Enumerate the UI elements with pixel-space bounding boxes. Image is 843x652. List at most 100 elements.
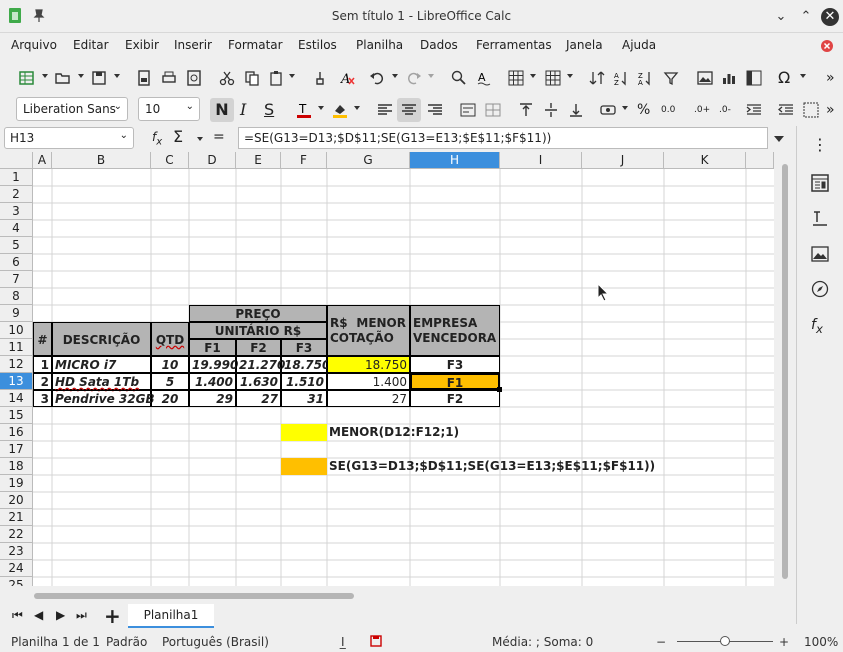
status-language[interactable]: Português (Brasil) [162, 635, 269, 649]
wrap-text-icon[interactable] [460, 102, 476, 118]
align-middle-icon[interactable] [543, 102, 559, 118]
sum-icon[interactable]: Σ [173, 127, 183, 146]
header-f1[interactable]: F1 [189, 339, 236, 356]
previous-sheet-icon[interactable]: ◀ [34, 608, 43, 622]
legend-orange-swatch[interactable] [281, 458, 327, 475]
header-menor-cotacao[interactable]: R$ MENOR COTAÇÃO [327, 305, 410, 356]
row-header[interactable]: 8 [0, 288, 33, 305]
print-icon[interactable] [161, 70, 177, 86]
row-icon[interactable] [508, 70, 524, 86]
menu-dots-icon[interactable]: ⋮ [811, 136, 829, 154]
chevron-down-icon[interactable] [78, 74, 84, 78]
table-cell-f1[interactable]: 1.400 [189, 373, 236, 390]
table-cell-f3[interactable]: 1.510 [281, 373, 327, 390]
table-cell-desc[interactable]: MICRO i7 [52, 356, 151, 373]
chevron-down-icon[interactable] [392, 74, 398, 78]
chevron-down-icon[interactable] [622, 106, 628, 110]
row-header[interactable]: 10 [0, 322, 33, 339]
save-icon[interactable] [91, 70, 107, 86]
pivot-table-icon[interactable] [746, 70, 762, 86]
chart-icon[interactable] [721, 70, 737, 86]
chevron-down-icon[interactable] [428, 74, 434, 78]
row-header[interactable]: 14 [0, 390, 33, 407]
name-box[interactable]: H13 ⌄ [4, 127, 134, 149]
font-color-icon[interactable]: T [296, 102, 312, 118]
decrease-indent-icon[interactable] [777, 102, 794, 118]
row-header[interactable]: 7 [0, 271, 33, 288]
column-header[interactable]: E [236, 152, 281, 169]
add-sheet-icon[interactable]: + [104, 604, 121, 628]
chevron-down-icon[interactable] [289, 74, 295, 78]
table-cell-f1[interactable]: 29 [189, 390, 236, 407]
horizontal-scroll-thumb[interactable] [34, 593, 354, 599]
menu-inserir[interactable]: Inserir [174, 38, 212, 52]
row-header[interactable]: 5 [0, 237, 33, 254]
cut-icon[interactable] [219, 70, 235, 86]
menu-arquivo[interactable]: Arquivo [11, 38, 57, 52]
row-header[interactable]: 13 [0, 373, 33, 390]
chevron-down-icon[interactable] [197, 137, 203, 141]
select-all-corner[interactable] [0, 152, 33, 169]
row-header[interactable]: 25 [0, 577, 33, 586]
menu-formatar[interactable]: Formatar [228, 38, 283, 52]
status-page-style[interactable]: Padrão [106, 635, 147, 649]
formula-input[interactable]: =SE(G13=D13;$D$11;SE(G13=E13;$E$11;$F$11… [238, 127, 768, 149]
chevron-down-icon[interactable] [114, 74, 120, 78]
paste-icon[interactable] [268, 70, 284, 86]
clear-formatting-icon[interactable]: A [339, 70, 355, 87]
open-icon[interactable] [55, 70, 71, 86]
header-f2[interactable]: F2 [236, 339, 281, 356]
table-cell-menor[interactable]: 1.400 [327, 373, 410, 390]
menu-dados[interactable]: Dados [420, 38, 458, 52]
currency-format-icon[interactable] [600, 102, 616, 118]
selection-mode-icon[interactable]: I̲ [341, 635, 345, 649]
autofilter-icon[interactable] [663, 70, 679, 86]
row-header[interactable]: 3 [0, 203, 33, 220]
row-header[interactable]: 24 [0, 560, 33, 577]
close-document-icon[interactable] [821, 40, 833, 52]
header-qtd[interactable]: QTD [151, 322, 189, 356]
function-wizard-icon[interactable]: fx [152, 130, 162, 147]
table-cell-n[interactable]: 2 [33, 373, 52, 390]
row-header[interactable]: 17 [0, 441, 33, 458]
table-cell-menor[interactable]: 27 [327, 390, 410, 407]
row-header[interactable]: 12 [0, 356, 33, 373]
column-header[interactable]: I [500, 152, 582, 169]
find-icon[interactable] [451, 70, 467, 86]
underline-icon[interactable]: S [264, 102, 280, 118]
header-unitario[interactable]: UNITÁRIO R$ [189, 322, 327, 339]
row-header[interactable]: 9 [0, 305, 33, 322]
table-cell-f3[interactable]: 18.750 [281, 356, 330, 373]
align-center-icon[interactable] [397, 98, 421, 122]
table-cell-f2[interactable]: 27 [236, 390, 281, 407]
first-sheet-icon[interactable]: ⏮ [12, 608, 23, 623]
number-format-icon[interactable]: 0.0 [661, 102, 677, 118]
header-num[interactable]: # [33, 322, 52, 356]
special-character-icon[interactable]: Ω [778, 70, 794, 86]
zoom-level[interactable]: 100% [804, 635, 838, 649]
column-header[interactable]: B [52, 152, 151, 169]
expand-formula-icon[interactable] [774, 136, 784, 142]
chevron-down-icon[interactable] [530, 74, 536, 78]
background-color-icon[interactable] [332, 102, 348, 118]
new-icon[interactable] [19, 70, 35, 86]
table-cell-f2[interactable]: 21.270 [236, 356, 285, 373]
image-icon[interactable] [697, 70, 713, 86]
zoom-slider-thumb[interactable] [720, 636, 730, 646]
row-header[interactable]: 16 [0, 424, 33, 441]
borders-icon[interactable] [803, 102, 819, 118]
chevron-down-icon[interactable] [42, 74, 48, 78]
menu-estilos[interactable]: Estilos [298, 38, 337, 52]
row-header[interactable]: 19 [0, 475, 33, 492]
row-header[interactable]: 21 [0, 509, 33, 526]
undo-icon[interactable] [369, 70, 385, 86]
column-icon[interactable] [545, 70, 561, 86]
spreadsheet-grid[interactable]: A B C D E F G H I J K 1 2 3 4 5 6 7 8 9 10 11 12 13 1… [0, 152, 774, 586]
chevron-down-icon[interactable]: ⌄ [772, 8, 790, 26]
styles-icon[interactable] [811, 210, 829, 228]
header-f3[interactable]: F3 [281, 339, 327, 356]
more-icon[interactable]: » [826, 70, 842, 86]
zoom-out-icon[interactable]: − [656, 635, 666, 649]
navigator-icon[interactable] [811, 280, 829, 298]
column-header[interactable]: D [189, 152, 236, 169]
